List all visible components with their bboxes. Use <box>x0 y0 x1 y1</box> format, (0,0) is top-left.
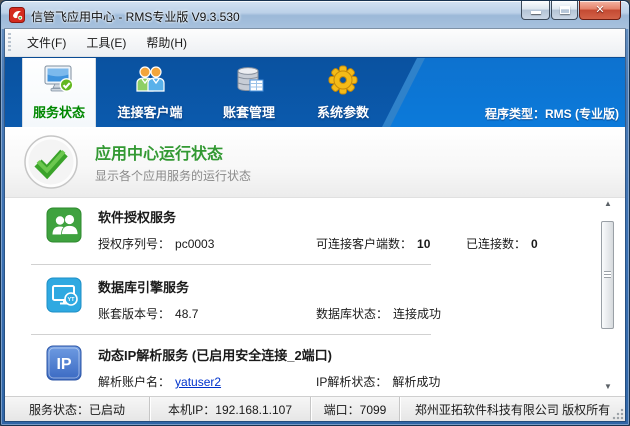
row-separator <box>31 264 431 265</box>
field-account-version: 账套版本号：48.7 <box>98 305 198 322</box>
users-icon <box>132 60 168 100</box>
service-name: 数据库引擎服务 <box>98 277 189 296</box>
close-icon: ✕ <box>580 3 620 16</box>
tab-service-status[interactable]: 服务状态 <box>23 58 95 127</box>
maximize-button[interactable] <box>551 1 578 20</box>
scrollbar-thumb[interactable] <box>601 221 614 329</box>
tab-connected-clients[interactable]: 连接客户端 <box>101 58 199 127</box>
minimize-button[interactable] <box>521 1 550 20</box>
scroll-up-button[interactable]: ▲ <box>600 197 616 211</box>
tab-label: 连接客户端 <box>117 102 182 121</box>
tab-label: 系统参数 <box>317 102 369 121</box>
field-max-clients: 可连接客户端数：10 <box>316 235 430 252</box>
field-resolve-account: 解析账户名：yatuser2 <box>98 373 221 390</box>
scroll-down-button[interactable]: ▼ <box>600 380 616 394</box>
ip-icon-text: IP <box>56 356 71 373</box>
menu-help[interactable]: 帮助(H) <box>136 29 197 56</box>
field-database-status: 数据库状态：连接成功 <box>316 305 441 322</box>
scrollbar-grip <box>604 271 611 278</box>
header-title: 应用中心运行状态 <box>95 140 223 164</box>
service-name: 软件授权服务 <box>98 207 176 226</box>
app-logo-icon <box>9 7 25 23</box>
resolve-account-link[interactable]: yatuser2 <box>175 375 221 389</box>
yt-badge-text: YT <box>67 297 75 303</box>
main-content: 应用中心运行状态 显示各个应用服务的运行状态 软件授权服务 <box>5 127 625 396</box>
gear-icon <box>326 60 360 100</box>
tab-account-management[interactable]: 账套管理 <box>203 58 295 127</box>
tab-system-parameters[interactable]: 系统参数 <box>299 58 387 127</box>
tab-label: 服务状态 <box>33 102 85 121</box>
ip-icon: IP <box>46 345 82 381</box>
title-bar[interactable]: 信管飞应用中心 - RMS专业版 V9.3.530 ✕ <box>1 1 629 29</box>
toolbar: 服务状态 连接客户端 <box>5 57 625 127</box>
database-monitor-icon: YT <box>46 277 82 313</box>
status-service-state: 服务状态：已启动 <box>5 397 150 421</box>
row-separator <box>31 334 431 335</box>
status-local-ip: 本机IP：192.168.1.107 <box>150 397 311 421</box>
app-window: 信管飞应用中心 - RMS专业版 V9.3.530 ✕ 文件(F) 工具(E) … <box>0 0 630 426</box>
license-users-icon <box>46 207 82 243</box>
service-row-license: 软件授权服务 授权序列号：pc0003 可连接客户端数：10 已连接数：0 <box>5 201 595 263</box>
service-row-database: YT 数据库引擎服务 账套版本号：48.7 数据库状态：连接成功 <box>5 271 595 333</box>
menu-file[interactable]: 文件(F) <box>17 29 76 56</box>
menu-tools[interactable]: 工具(E) <box>76 29 136 56</box>
resize-grip[interactable] <box>612 408 624 420</box>
close-button[interactable]: ✕ <box>579 1 621 20</box>
monitor-check-icon <box>42 60 76 100</box>
service-row-ip: IP 动态IP解析服务 (已启用安全连接_2端口) 解析账户名：yatuser2… <box>5 339 595 396</box>
service-name: 动态IP解析服务 (已启用安全连接_2端口) <box>98 345 332 364</box>
vertical-scrollbar[interactable]: ▲ ▼ <box>600 197 616 394</box>
menu-grip-handle[interactable] <box>8 33 11 53</box>
status-header: 应用中心运行状态 显示各个应用服务的运行状态 <box>5 127 625 198</box>
program-type-label: 程序类型：RMS (专业版) <box>485 105 619 122</box>
big-green-check-icon <box>23 134 79 190</box>
menu-bar: 文件(F) 工具(E) 帮助(H) <box>5 29 625 57</box>
minimize-icon <box>531 11 541 14</box>
status-copyright: 郑州亚拓软件科技有限公司 版权所有 <box>400 397 625 421</box>
status-port: 端口：7099 <box>311 397 400 421</box>
field-connected-count: 已连接数：0 <box>466 235 538 252</box>
status-bar: 服务状态：已启动 本机IP：192.168.1.107 端口：7099 郑州亚拓… <box>5 396 625 421</box>
header-subtitle: 显示各个应用服务的运行状态 <box>95 167 251 184</box>
tab-label: 账套管理 <box>223 102 275 121</box>
field-license-serial: 授权序列号：pc0003 <box>98 235 214 252</box>
maximize-icon <box>560 6 570 14</box>
database-icon <box>232 60 266 100</box>
window-title: 信管飞应用中心 - RMS专业版 V9.3.530 <box>31 8 240 25</box>
field-ip-status: IP解析状态：解析成功 <box>316 373 440 390</box>
